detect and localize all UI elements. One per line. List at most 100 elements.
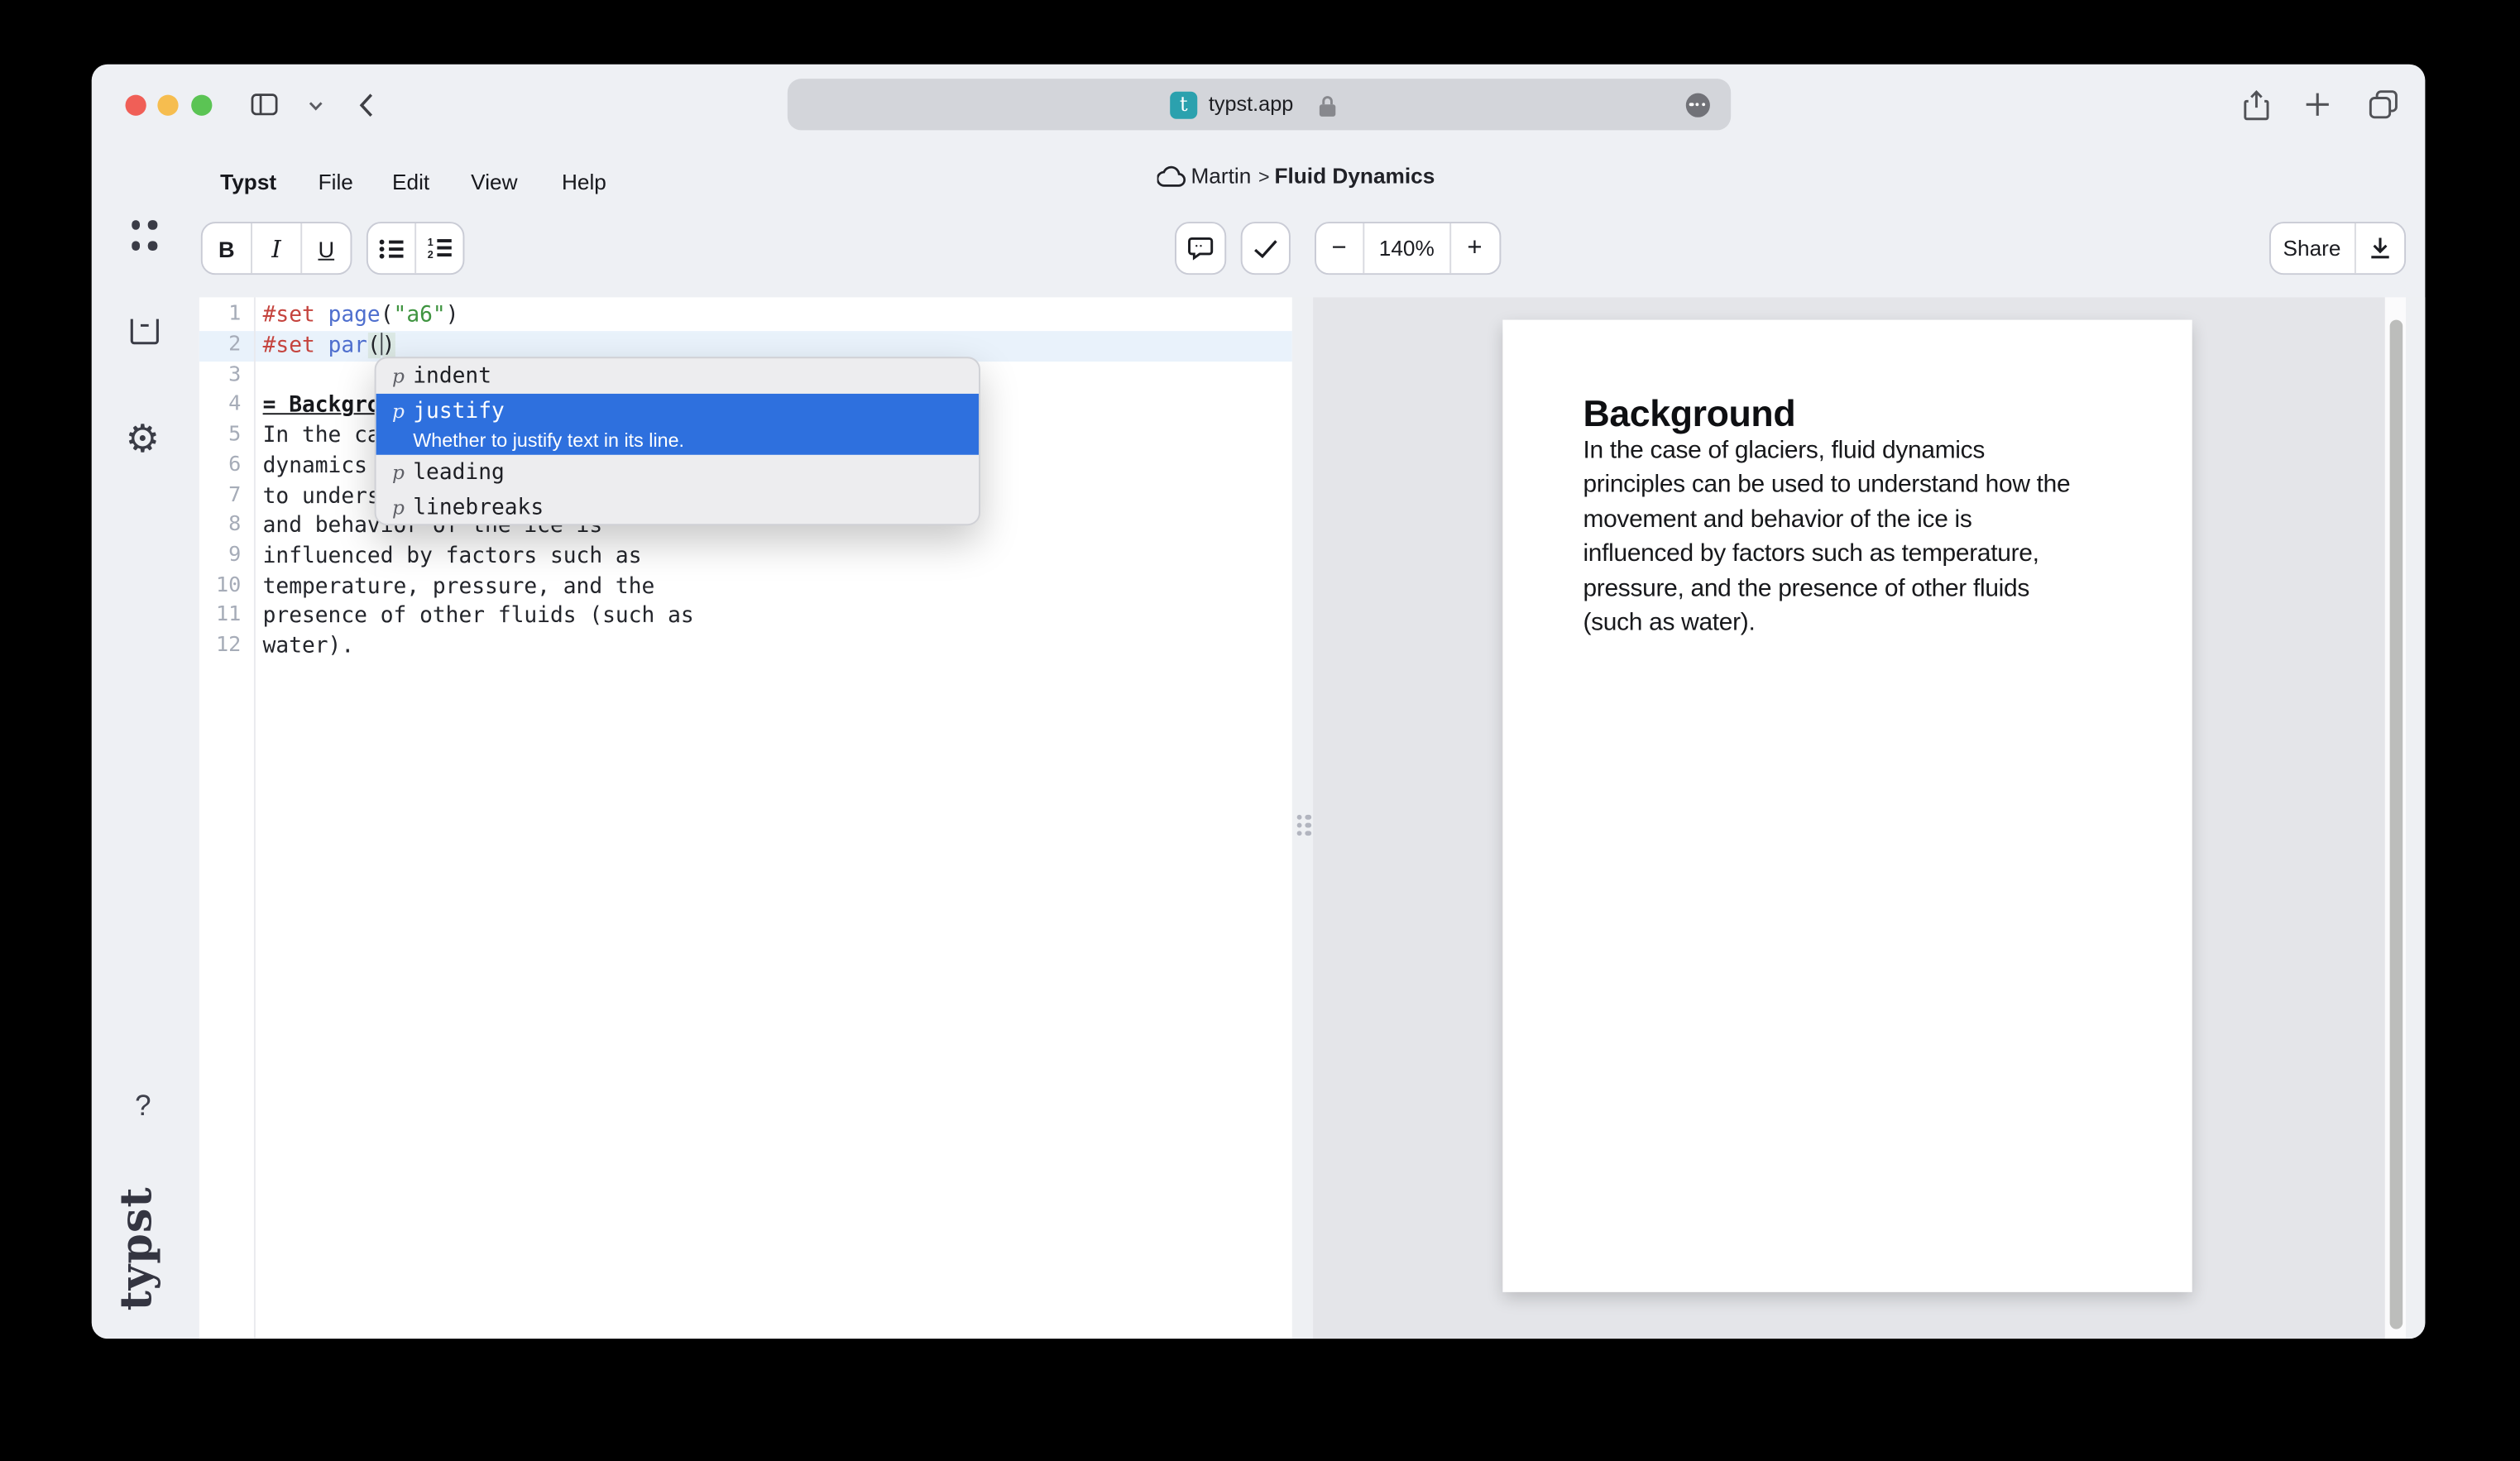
desktop: t typst.app Typst File Edit View Help xyxy=(0,0,2520,1461)
code-token: #set xyxy=(263,333,328,358)
new-tab-icon[interactable] xyxy=(2305,92,2331,117)
autocomplete-item-linebreaks[interactable]: plinebreaks xyxy=(376,490,979,525)
preview-pane: Background In the case of glaciers, flui… xyxy=(1313,297,2384,1339)
autocomplete-popup: pindentpjustifyWhether to justify text i… xyxy=(375,357,980,525)
code-line[interactable]: #set page("a6") xyxy=(263,301,459,331)
bullet-list-button[interactable] xyxy=(368,223,414,273)
numbered-list-button[interactable]: 1 2 xyxy=(414,223,462,273)
autocomplete-item-justify[interactable]: pjustifyWhether to justify text in its l… xyxy=(376,393,979,455)
line-number: 11 xyxy=(199,601,241,631)
help-icon[interactable]: ? xyxy=(135,1090,151,1123)
code-token: par xyxy=(328,333,367,358)
code-line[interactable]: presence of other fluids (such as xyxy=(263,601,694,631)
autocomplete-description: Whether to justify text in its line. xyxy=(413,429,684,453)
code-line[interactable]: temperature, pressure, and the xyxy=(263,572,655,601)
line-number: 7 xyxy=(199,481,241,511)
preview-text-line: movement and behavior of the ice is xyxy=(1583,506,1971,535)
comments-button-wrap xyxy=(1175,222,1226,275)
code-token: influenced by factors such as xyxy=(263,543,642,568)
typst-logo: typst xyxy=(113,1181,167,1316)
parameter-type-tag: p xyxy=(392,362,413,392)
menu-edit[interactable]: Edit xyxy=(392,164,429,203)
autocomplete-item-indent[interactable]: pindent xyxy=(376,358,979,393)
preview-text-line: influenced by factors such as temperatur… xyxy=(1583,540,2039,569)
preview-right-gutter xyxy=(2406,297,2425,1339)
download-button[interactable] xyxy=(2354,223,2404,273)
autocomplete-label: indent xyxy=(413,362,491,392)
zoom-control-group: − 140% + xyxy=(1314,222,1500,275)
svg-text:1: 1 xyxy=(428,238,434,248)
svg-text:2: 2 xyxy=(428,249,434,259)
tab-overview-icon[interactable] xyxy=(2369,90,2398,119)
bold-button[interactable]: B xyxy=(203,223,251,273)
file-panel-icon[interactable] xyxy=(128,317,160,346)
page-settings-button[interactable] xyxy=(1686,93,1710,117)
settings-gear-icon[interactable]: ⚙ xyxy=(126,421,160,460)
breadcrumb-account[interactable]: Martin xyxy=(1191,157,1251,196)
code-token: ( xyxy=(381,303,394,328)
line-number: 4 xyxy=(199,391,241,421)
code-token: presence of other fluids (such as xyxy=(263,603,694,629)
code-token: #set xyxy=(263,303,328,328)
zoom-in-button[interactable]: + xyxy=(1449,223,1498,273)
line-number: 12 xyxy=(199,631,241,661)
approve-check-button[interactable] xyxy=(1243,223,1289,273)
code-line[interactable]: water). xyxy=(263,631,355,661)
menu-typst[interactable]: Typst xyxy=(220,164,276,203)
share-button[interactable]: Share xyxy=(2270,223,2354,273)
code-token: page xyxy=(328,303,381,328)
url-text: typst.app xyxy=(1209,79,1294,130)
list-button-group: 1 2 xyxy=(367,222,464,275)
zoom-window-button[interactable] xyxy=(190,94,211,115)
preview-scrollbar-thumb[interactable] xyxy=(2389,320,2403,1329)
cloud-icon xyxy=(1157,165,1186,188)
menu-view[interactable]: View xyxy=(471,164,517,203)
code-token: ) xyxy=(382,333,395,358)
zoom-out-button[interactable]: − xyxy=(1315,223,1363,273)
code-line[interactable]: influenced by factors such as xyxy=(263,541,642,571)
share-page-icon[interactable] xyxy=(2244,90,2269,121)
sidebar-toggle-icon[interactable] xyxy=(251,93,278,116)
code-token: temperature, pressure, and the xyxy=(263,573,655,599)
underline-button[interactable]: U xyxy=(300,223,350,273)
comments-button[interactable] xyxy=(1176,223,1224,273)
back-button[interactable] xyxy=(358,93,374,117)
line-number: 1 xyxy=(199,301,241,331)
parameter-type-tag: p xyxy=(392,492,413,523)
chevron-down-icon[interactable] xyxy=(309,101,323,111)
pane-resizer[interactable] xyxy=(1292,297,1313,1339)
preview-text-line: pressure, and the presence of other flui… xyxy=(1583,575,2029,604)
autocomplete-item-leading[interactable]: pleading xyxy=(376,455,979,490)
address-bar[interactable]: t typst.app xyxy=(788,79,1731,130)
text-style-button-group: B I U xyxy=(201,222,352,275)
lock-icon xyxy=(1318,95,1337,117)
code-token: ( xyxy=(367,333,381,358)
line-number: 9 xyxy=(199,541,241,571)
gutter-separator xyxy=(254,297,256,1339)
browser-window: t typst.app Typst File Edit View Help xyxy=(92,65,2426,1339)
line-number: 3 xyxy=(199,361,241,390)
line-number: 6 xyxy=(199,451,241,481)
rendered-page: Background In the case of glaciers, flui… xyxy=(1502,320,2191,1292)
minimize-window-button[interactable] xyxy=(157,94,178,115)
preview-text-line: In the case of glaciers, fluid dynamics xyxy=(1583,437,1985,466)
parameter-type-tag: p xyxy=(392,396,413,427)
breadcrumb-document: Fluid Dynamics xyxy=(1274,157,1435,196)
menu-file[interactable]: File xyxy=(319,164,353,203)
parameter-type-tag: p xyxy=(392,458,413,489)
preview-heading: Background xyxy=(1583,392,1795,435)
close-window-button[interactable] xyxy=(125,94,146,115)
breadcrumb-separator: > xyxy=(1258,157,1270,196)
typst-favicon: t xyxy=(1170,91,1197,118)
share-button-group: Share xyxy=(2268,222,2406,275)
autocomplete-label: justify xyxy=(413,396,684,427)
code-line[interactable]: #set par() xyxy=(263,331,395,361)
check-button-wrap xyxy=(1241,222,1291,275)
italic-button[interactable]: I xyxy=(251,223,300,273)
zoom-level-value[interactable]: 140% xyxy=(1363,223,1449,273)
line-number: 8 xyxy=(199,511,241,541)
preview-scrollbar-track[interactable] xyxy=(2384,297,2406,1339)
preview-text-line: (such as water). xyxy=(1583,609,1755,638)
autocomplete-label: leading xyxy=(413,458,505,489)
menu-help[interactable]: Help xyxy=(562,164,606,203)
